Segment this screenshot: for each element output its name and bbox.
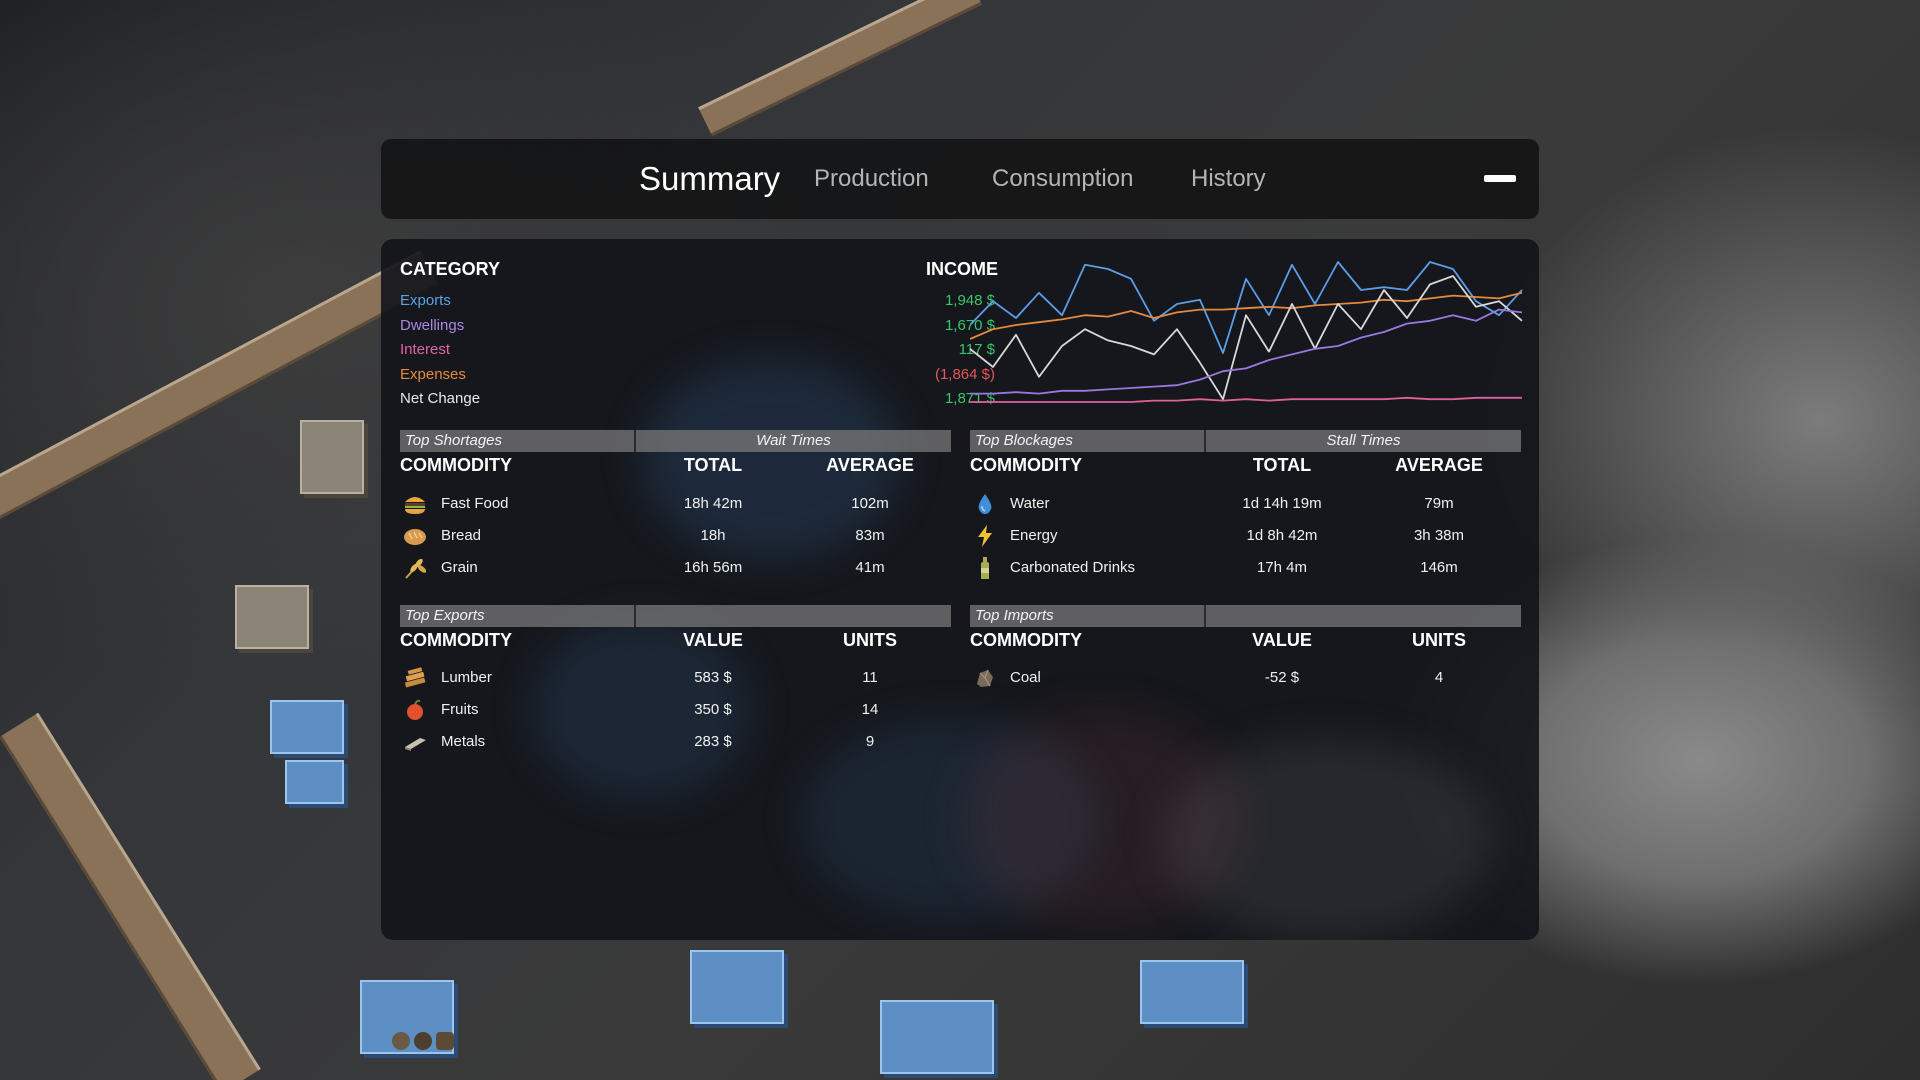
building [235, 585, 309, 649]
shortages-section-bar: Top Shortages Wait Times [400, 430, 951, 452]
blockage-total: 1d 14h 19m [1242, 495, 1322, 512]
income-history-chart [970, 261, 1523, 403]
income-row-label-dwellings: Dwellings [400, 317, 465, 334]
shortage-name: Bread [441, 527, 482, 544]
tab-summary[interactable]: Summary [639, 139, 780, 219]
blockages-col-commodity: COMMODITY [970, 455, 1082, 475]
exports-col-commodity: COMMODITY [400, 630, 512, 650]
grain-icon [405, 558, 427, 579]
tab-history[interactable]: History [1191, 139, 1266, 219]
shortage-total: 18h 42m [683, 495, 743, 512]
income-row-label-exports: Exports [400, 292, 451, 309]
shortage-name: Grain [441, 559, 478, 576]
building [270, 700, 344, 754]
income-row-label-net-change: Net Change [400, 390, 481, 407]
blockage-name: Carbonated Drinks [1010, 559, 1136, 576]
shortage-average: 83m [855, 527, 885, 544]
blockages-col-total: TOTAL [1252, 455, 1312, 475]
elevated-road [0, 712, 261, 1080]
metal-ingot-icon [405, 738, 426, 751]
burger-icon [405, 497, 425, 514]
export-name: Metals [441, 733, 486, 750]
elevated-road [698, 0, 982, 137]
export-units: 14 [861, 701, 879, 718]
blockage-average: 3h 38m [1413, 527, 1465, 544]
export-units: 11 [862, 669, 878, 686]
income-row-label-interest: Interest [400, 341, 451, 358]
imports-section-bar: Top Imports [970, 605, 1521, 627]
blockages-col-average: AVERAGE [1395, 455, 1483, 475]
blockages-section-bar: Top Blockages Stall Times [970, 430, 1521, 452]
elevated-road [0, 250, 439, 530]
bottle-icon [981, 557, 989, 579]
blockages-section-title: Top Blockages [975, 432, 1073, 449]
blockage-name: Water [1010, 495, 1050, 512]
shortages-subtitle: Wait Times [756, 432, 831, 449]
minimize-button[interactable] [1484, 175, 1516, 182]
building [300, 420, 364, 494]
exports-col-units: UNITS [843, 630, 897, 650]
water-drop-icon [978, 494, 992, 514]
lumber-icon [404, 667, 426, 688]
imports-col-commodity: COMMODITY [970, 630, 1082, 650]
bread-icon [404, 529, 426, 545]
coal-icon [977, 669, 993, 687]
imports-section-title: Top Imports [975, 607, 1054, 624]
imports-col-units: UNITS [1412, 630, 1466, 650]
export-value: 350 $ [694, 701, 732, 718]
export-value: 583 $ [694, 669, 732, 686]
exports-col-value: VALUE [683, 630, 743, 650]
shortages-col-total: TOTAL [683, 455, 743, 475]
exports-section-bar: Top Exports [400, 605, 951, 627]
summary-panel: CATEGORY INCOME Exports 1,948 $ Dwelling… [381, 239, 1539, 940]
shortage-name: Fast Food [441, 495, 509, 512]
building [1140, 960, 1244, 1024]
shortage-total: 16h 56m [683, 559, 743, 576]
chart-series-line-3 [970, 308, 1523, 395]
tab-bar: Summary Production Consumption History [381, 139, 1539, 219]
tab-consumption[interactable]: Consumption [992, 139, 1133, 219]
building-cluster-icons [392, 1032, 454, 1055]
tab-production[interactable]: Production [814, 139, 929, 219]
imports-col-value: VALUE [1252, 630, 1312, 650]
lightning-icon [978, 525, 992, 547]
fruit-icon [407, 699, 423, 720]
category-header: CATEGORY [400, 259, 501, 279]
blockage-name: Energy [1010, 527, 1058, 544]
blockages-subtitle: Stall Times [1326, 432, 1401, 449]
shortages-section-title: Top Shortages [405, 432, 503, 449]
chart-series-line-4 [970, 396, 1522, 403]
building [880, 1000, 994, 1074]
import-name: Coal [1010, 669, 1041, 686]
export-name: Fruits [441, 701, 479, 718]
building [285, 760, 344, 804]
blockage-average: 146m [1420, 559, 1458, 576]
exports-section-title: Top Exports [405, 607, 485, 624]
blockage-total: 1d 8h 42m [1246, 527, 1318, 544]
chart-series-line-2 [970, 275, 1523, 401]
export-units: 9 [865, 733, 875, 750]
income-row-label-expenses: Expenses [400, 366, 466, 383]
shortages-col-commodity: COMMODITY [400, 455, 512, 475]
export-name: Lumber [441, 669, 492, 686]
shortage-average: 41m [855, 559, 885, 576]
blockage-total: 17h 4m [1256, 559, 1308, 576]
shortages-col-average: AVERAGE [826, 455, 914, 475]
import-units: 4 [1434, 669, 1444, 686]
shortage-average: 102m [851, 495, 889, 512]
building [690, 950, 784, 1024]
import-value: -52 $ [1264, 669, 1300, 686]
shortage-total: 18h [700, 527, 726, 544]
blockage-average: 79m [1424, 495, 1454, 512]
export-value: 283 $ [694, 733, 732, 750]
